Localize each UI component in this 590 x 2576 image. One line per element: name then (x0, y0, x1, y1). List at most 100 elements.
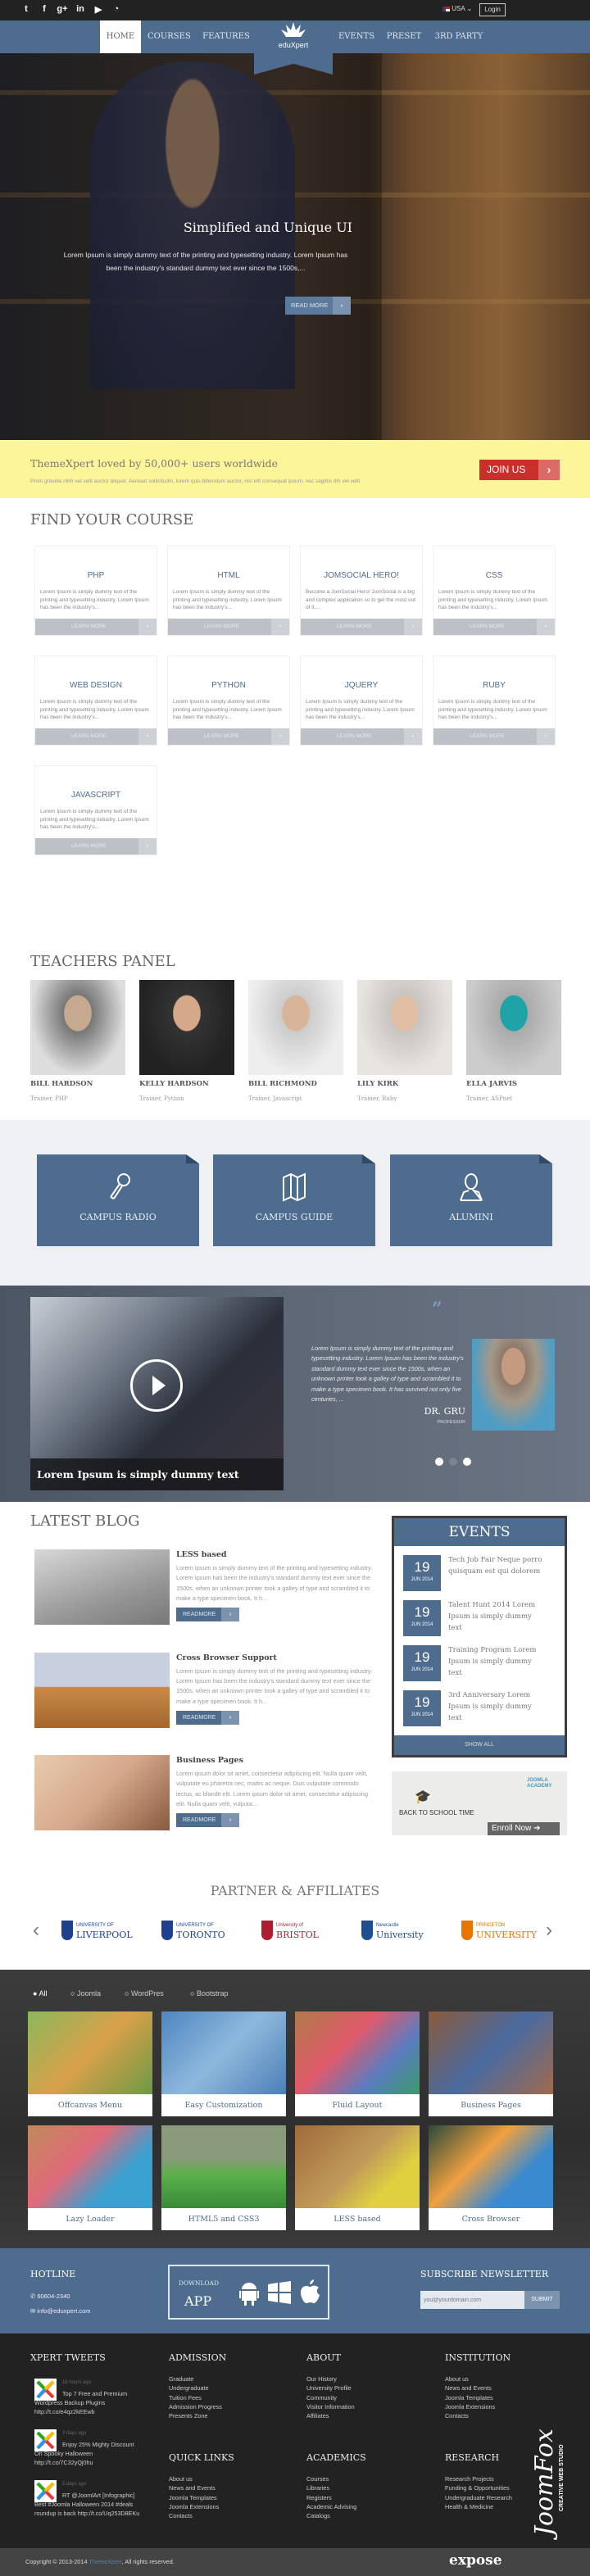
portfolio-item[interactable]: Lazy Loader (28, 2125, 152, 2230)
footer-link[interactable]: Visitor Information (306, 2402, 355, 2411)
nav-item-home[interactable]: HOME (100, 20, 141, 53)
footer-link[interactable]: Affiliates (306, 2411, 329, 2420)
teacher-name[interactable]: BILL RICHMOND (248, 1080, 317, 1088)
event-title[interactable]: Talent Hunt 2014 Lorem Ipsum is simply d… (448, 1599, 547, 1634)
language-selector[interactable]: USA ⌄ (442, 5, 472, 12)
learn-more-button[interactable]: LEARN MORE › (168, 728, 289, 745)
partner-logo[interactable]: PRINCETON UNIVERSITY (461, 1917, 537, 1943)
download-app-box[interactable]: DOWNLOAD APP (168, 2265, 329, 2320)
footer-link[interactable]: Presents Zone (169, 2411, 207, 2420)
nav-item-courses[interactable]: COURSES (148, 20, 191, 53)
footer-link[interactable]: Our History (306, 2374, 337, 2383)
apple-icon[interactable] (301, 2279, 320, 2304)
footer-link[interactable]: Funding & Opportunities (445, 2483, 510, 2492)
carousel-next-button[interactable]: › (546, 1919, 552, 1942)
event-title[interactable]: Training Program Lorem Ipsum is simply d… (448, 1644, 547, 1679)
learn-more-button[interactable]: LEARN MORE › (433, 728, 555, 745)
learn-more-button[interactable]: LEARN MORE › (168, 619, 289, 635)
blog-readmore-button[interactable]: READMORE › (176, 1710, 239, 1725)
footer-link[interactable]: News and Events (169, 2483, 216, 2492)
nav-item-preset[interactable]: PRESET (384, 20, 424, 53)
footer-link[interactable]: Registers (306, 2493, 332, 2502)
footer-link[interactable]: Joomla Templates (445, 2393, 493, 2402)
footer-link[interactable]: Libraries (306, 2483, 329, 2492)
blog-readmore-button[interactable]: READMORE › (176, 1608, 239, 1621)
play-button[interactable] (130, 1359, 183, 1412)
campus-link-campus-guide[interactable]: CAMPUS GUIDE (213, 1154, 375, 1246)
learn-more-button[interactable]: LEARN MORE › (35, 838, 157, 855)
footer-link[interactable]: Joomla Templates (169, 2493, 217, 2502)
newsletter-submit-button[interactable]: SUBMIT (524, 2291, 560, 2309)
filter-all[interactable]: ● All (33, 1989, 47, 1998)
nav-item-features[interactable]: FEATURES (200, 20, 252, 53)
slider-dot[interactable] (435, 1458, 443, 1466)
footer-link[interactable]: Research Projects (445, 2474, 494, 2483)
hotline-email[interactable]: ✉ info@eduxpert.com (30, 2307, 91, 2315)
blog-post-title[interactable]: LESS based (176, 1550, 227, 1559)
portfolio-item[interactable]: Easy Customization (161, 2011, 286, 2116)
footer-link[interactable]: Contacts (169, 2511, 193, 2520)
blog-image[interactable] (34, 1549, 170, 1625)
blog-post-title[interactable]: Cross Browser Support (176, 1653, 277, 1662)
hero-read-more-button[interactable]: READ MORE › (285, 297, 351, 315)
footer-link[interactable]: About us (445, 2374, 469, 2383)
campus-link-alumini[interactable]: ALUMINI (390, 1154, 552, 1246)
teacher-name[interactable]: LILY KIRK (357, 1080, 398, 1088)
slider-dot[interactable] (463, 1458, 471, 1466)
enroll-now-button[interactable]: Enroll Now ➔ (488, 1822, 560, 1835)
themexpert-link[interactable]: ThemeXpert (88, 2558, 121, 2565)
learn-more-button[interactable]: LEARN MORE › (35, 728, 157, 745)
teacher-name[interactable]: ELLA JARVIS (466, 1080, 517, 1088)
youtube-icon[interactable]: ▶ (93, 4, 104, 15)
filter-bootstrap[interactable]: ○ Bootstrap (190, 1989, 228, 1998)
portfolio-item[interactable]: Business Pages (429, 2011, 553, 2116)
footer-link[interactable]: Contacts (445, 2411, 469, 2420)
twitter-icon[interactable]: t (20, 4, 32, 14)
teacher-photo[interactable] (357, 980, 452, 1075)
filter-wordpres[interactable]: ○ WordPres (125, 1989, 164, 1998)
footer-link[interactable]: Undergraduate (169, 2383, 209, 2392)
linkedin-icon[interactable]: in (75, 4, 86, 14)
blog-readmore-button[interactable]: READMORE › (176, 1813, 239, 1827)
back-to-school-banner[interactable]: JOOMLA ACADEMY 🎓 BACK TO SCHOOL TIME Enr… (392, 1771, 567, 1835)
footer-link[interactable]: University Profile (306, 2383, 352, 2392)
facebook-icon[interactable]: f (39, 4, 50, 14)
event-title[interactable]: Tech Job Fair Neque porro quisquam est q… (448, 1554, 547, 1577)
events-show-all-button[interactable]: SHOW ALL (394, 1735, 565, 1755)
learn-more-button[interactable]: LEARN MORE › (301, 619, 422, 635)
partner-logo[interactable]: UNIVERSITY OF LIVERPOOL (61, 1917, 133, 1943)
teacher-name[interactable]: BILL HARDSON (30, 1080, 93, 1088)
footer-link[interactable]: Catalogs (306, 2511, 330, 2520)
teacher-name[interactable]: KELLY HARDSON (139, 1080, 209, 1088)
event-title[interactable]: 3rd Anniversary Lorem Ipsum is simply du… (448, 1689, 547, 1724)
footer-link[interactable]: Community (306, 2393, 337, 2402)
newsletter-email-input[interactable] (420, 2291, 524, 2309)
partner-logo[interactable]: University of BRISTOL (261, 1917, 319, 1943)
footer-link[interactable]: Admission Progress (169, 2402, 222, 2411)
footer-link[interactable]: News and Events (445, 2383, 492, 2392)
footer-link[interactable]: Joomla Extensions (169, 2502, 219, 2511)
partner-logo[interactable]: Newcastle University (361, 1917, 424, 1943)
windows-icon[interactable] (268, 2281, 291, 2304)
learn-more-button[interactable]: LEARN MORE › (35, 619, 157, 635)
partner-logo[interactable]: UNIVERSITY OF TORONTO (161, 1917, 225, 1943)
android-icon[interactable] (239, 2281, 259, 2306)
footer-link[interactable]: Joomla Extensions (445, 2402, 495, 2411)
teacher-photo[interactable] (248, 980, 343, 1075)
blog-post-title[interactable]: Business Pages (176, 1756, 243, 1765)
carousel-prev-button[interactable]: ‹ (33, 1919, 39, 1942)
slider-dot[interactable] (449, 1458, 457, 1466)
learn-more-button[interactable]: LEARN MORE › (301, 728, 422, 745)
nav-item-events[interactable]: EVENTS (336, 20, 377, 53)
blog-image[interactable] (34, 1652, 170, 1728)
teacher-photo[interactable] (139, 980, 234, 1075)
campus-link-campus-radio[interactable]: CAMPUS RADIO (37, 1154, 199, 1246)
footer-link[interactable]: Undergraduate Research (445, 2493, 512, 2502)
join-us-button[interactable]: JOIN US › (479, 460, 560, 480)
teacher-photo[interactable] (466, 980, 561, 1075)
blog-image[interactable] (34, 1755, 170, 1830)
login-button[interactable]: Login (479, 3, 506, 16)
footer-link[interactable]: Health & Medicine (445, 2502, 493, 2511)
footer-link[interactable]: About us (169, 2474, 193, 2483)
footer-link[interactable]: Tuition Fees (169, 2393, 202, 2402)
